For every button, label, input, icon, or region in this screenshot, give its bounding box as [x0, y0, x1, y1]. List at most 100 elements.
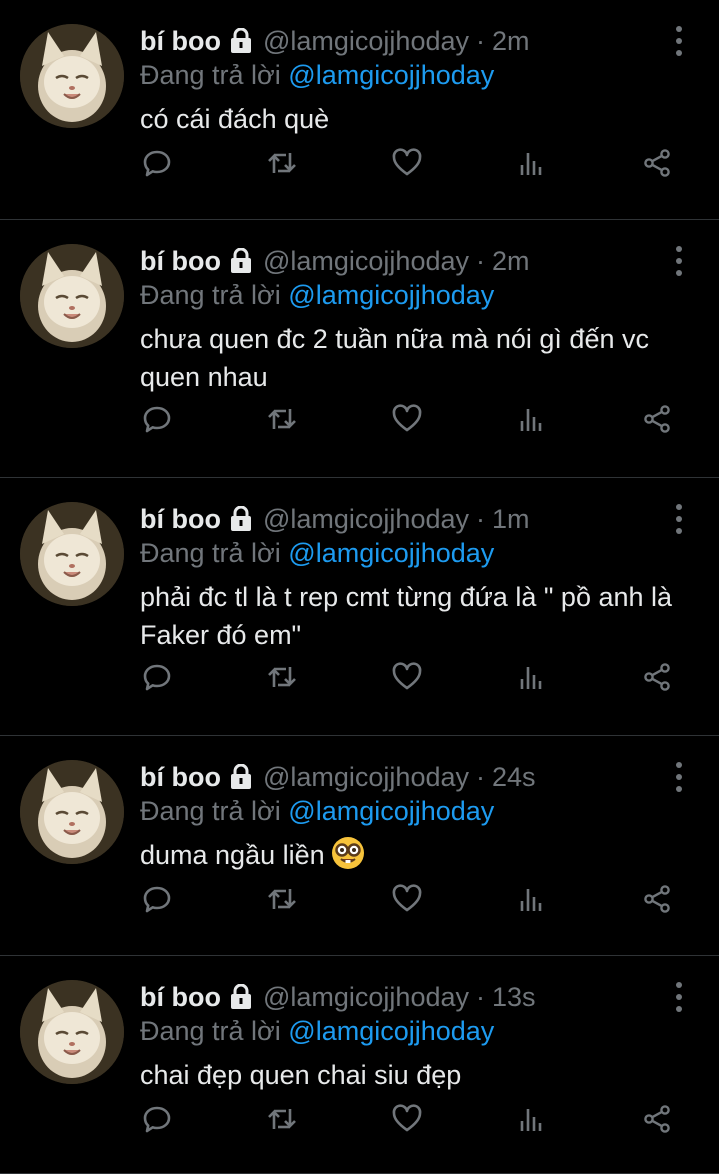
replying-to-mention[interactable]: @lamgicojjhoday: [288, 280, 494, 310]
reply-button[interactable]: [140, 402, 174, 436]
tweet-text-content: chai đẹp quen chai siu đẹp: [140, 1060, 462, 1090]
retweet-button[interactable]: [265, 402, 299, 436]
retweet-icon: [266, 1103, 298, 1135]
tweet-text-content: có cái đách què: [140, 104, 330, 134]
tweet-header: bí boo @lamgicojjhoday · 1m: [140, 502, 659, 536]
tweet-text: phải đc tl là t rep cmt từng đứa là " pồ…: [140, 578, 689, 654]
tweet-actions: [140, 660, 680, 694]
like-button[interactable]: [390, 882, 424, 916]
views-button[interactable]: [515, 1102, 549, 1136]
views-button[interactable]: [515, 882, 549, 916]
retweet-button[interactable]: [265, 882, 299, 916]
replying-to-line: Đang trả lời @lamgicojjhoday: [140, 60, 494, 91]
reply-button[interactable]: [140, 1102, 174, 1136]
tweet-text-content: phải đc tl là t rep cmt từng đứa là " pồ…: [140, 582, 673, 650]
separator-dot: ·: [476, 245, 485, 276]
tweet-text-content: duma ngầu liền: [140, 840, 325, 870]
tweet-reply[interactable]: bí boo @lamgicojjhoday · 1m Đang trả lời @la…: [0, 478, 719, 736]
share-button[interactable]: [640, 402, 674, 436]
tweet-header: bí boo @lamgicojjhoday · 2m: [140, 244, 659, 278]
reply-feed: bí boo @lamgicojjhoday · 2m Đang trả lời @la…: [0, 0, 719, 1174]
reply-icon: [141, 883, 173, 915]
tweet-actions: [140, 402, 680, 436]
retweet-icon: [266, 661, 298, 693]
share-button[interactable]: [640, 882, 674, 916]
reply-button[interactable]: [140, 146, 174, 180]
display-name[interactable]: bí boo: [140, 762, 221, 793]
more-vertical-icon[interactable]: [673, 982, 685, 1012]
timestamp[interactable]: 13s: [492, 982, 536, 1013]
replying-to-mention[interactable]: @lamgicojjhoday: [288, 796, 494, 826]
user-handle[interactable]: @lamgicojjhoday: [263, 982, 469, 1013]
reply-button[interactable]: [140, 660, 174, 694]
heart-icon: [391, 661, 423, 693]
views-button[interactable]: [515, 402, 549, 436]
tweet-text-content: chưa quen đc 2 tuần nữa mà nói gì đến vc…: [140, 324, 649, 392]
like-button[interactable]: [390, 402, 424, 436]
more-vertical-icon[interactable]: [673, 26, 685, 56]
display-name[interactable]: bí boo: [140, 26, 221, 57]
reply-button[interactable]: [140, 882, 174, 916]
analytics-icon: [516, 883, 548, 915]
replying-to-mention[interactable]: @lamgicojjhoday: [288, 538, 494, 568]
retweet-button[interactable]: [265, 1102, 299, 1136]
tweet-header: bí boo @lamgicojjhoday · 13s: [140, 980, 659, 1014]
more-vertical-icon[interactable]: [673, 504, 685, 534]
more-vertical-icon[interactable]: [673, 246, 685, 276]
separator-dot: ·: [476, 761, 485, 792]
heart-icon: [391, 147, 423, 179]
retweet-icon: [266, 883, 298, 915]
lock-icon: [229, 505, 253, 532]
retweet-button[interactable]: [265, 660, 299, 694]
views-button[interactable]: [515, 146, 549, 180]
tweet-reply[interactable]: bí boo @lamgicojjhoday · 2m Đang trả lời @la…: [0, 0, 719, 220]
replying-to-line: Đang trả lời @lamgicojjhoday: [140, 1016, 494, 1047]
share-icon: [641, 1103, 673, 1135]
reply-icon: [141, 661, 173, 693]
user-handle[interactable]: @lamgicojjhoday: [263, 26, 469, 57]
views-button[interactable]: [515, 660, 549, 694]
user-handle[interactable]: @lamgicojjhoday: [263, 504, 469, 535]
tweet-text: duma ngầu liền: [140, 836, 689, 874]
separator-dot: ·: [476, 25, 485, 56]
timestamp[interactable]: 24s: [492, 762, 536, 793]
display-name[interactable]: bí boo: [140, 504, 221, 535]
analytics-icon: [516, 403, 548, 435]
share-button[interactable]: [640, 660, 674, 694]
tweet-reply[interactable]: bí boo @lamgicojjhoday · 13s Đang trả lời @l…: [0, 956, 719, 1174]
tweet-reply[interactable]: bí boo @lamgicojjhoday · 24s Đang trả lời @l…: [0, 736, 719, 956]
display-name[interactable]: bí boo: [140, 246, 221, 277]
tweet-reply[interactable]: bí boo @lamgicojjhoday · 2m Đang trả lời @la…: [0, 220, 719, 478]
user-handle[interactable]: @lamgicojjhoday: [263, 762, 469, 793]
avatar[interactable]: [20, 760, 124, 864]
avatar[interactable]: [20, 24, 124, 128]
replying-to-mention[interactable]: @lamgicojjhoday: [288, 60, 494, 90]
share-button[interactable]: [640, 1102, 674, 1136]
lock-icon: [229, 763, 253, 790]
reply-icon: [141, 403, 173, 435]
replying-prefix: Đang trả lời: [140, 1016, 281, 1046]
display-name[interactable]: bí boo: [140, 982, 221, 1013]
timestamp[interactable]: 1m: [492, 504, 530, 535]
replying-to-mention[interactable]: @lamgicojjhoday: [288, 1016, 494, 1046]
share-icon: [641, 661, 673, 693]
more-vertical-icon[interactable]: [673, 762, 685, 792]
lock-icon: [229, 247, 253, 274]
nerd-face-emoji: [331, 836, 365, 870]
replying-prefix: Đang trả lời: [140, 796, 281, 826]
tweet-header: bí boo @lamgicojjhoday · 2m: [140, 24, 659, 58]
user-handle[interactable]: @lamgicojjhoday: [263, 246, 469, 277]
like-button[interactable]: [390, 660, 424, 694]
avatar[interactable]: [20, 980, 124, 1084]
share-icon: [641, 883, 673, 915]
like-button[interactable]: [390, 146, 424, 180]
avatar[interactable]: [20, 244, 124, 348]
replying-to-line: Đang trả lời @lamgicojjhoday: [140, 280, 494, 311]
avatar[interactable]: [20, 502, 124, 606]
retweet-icon: [266, 147, 298, 179]
like-button[interactable]: [390, 1102, 424, 1136]
timestamp[interactable]: 2m: [492, 26, 530, 57]
retweet-button[interactable]: [265, 146, 299, 180]
share-button[interactable]: [640, 146, 674, 180]
timestamp[interactable]: 2m: [492, 246, 530, 277]
